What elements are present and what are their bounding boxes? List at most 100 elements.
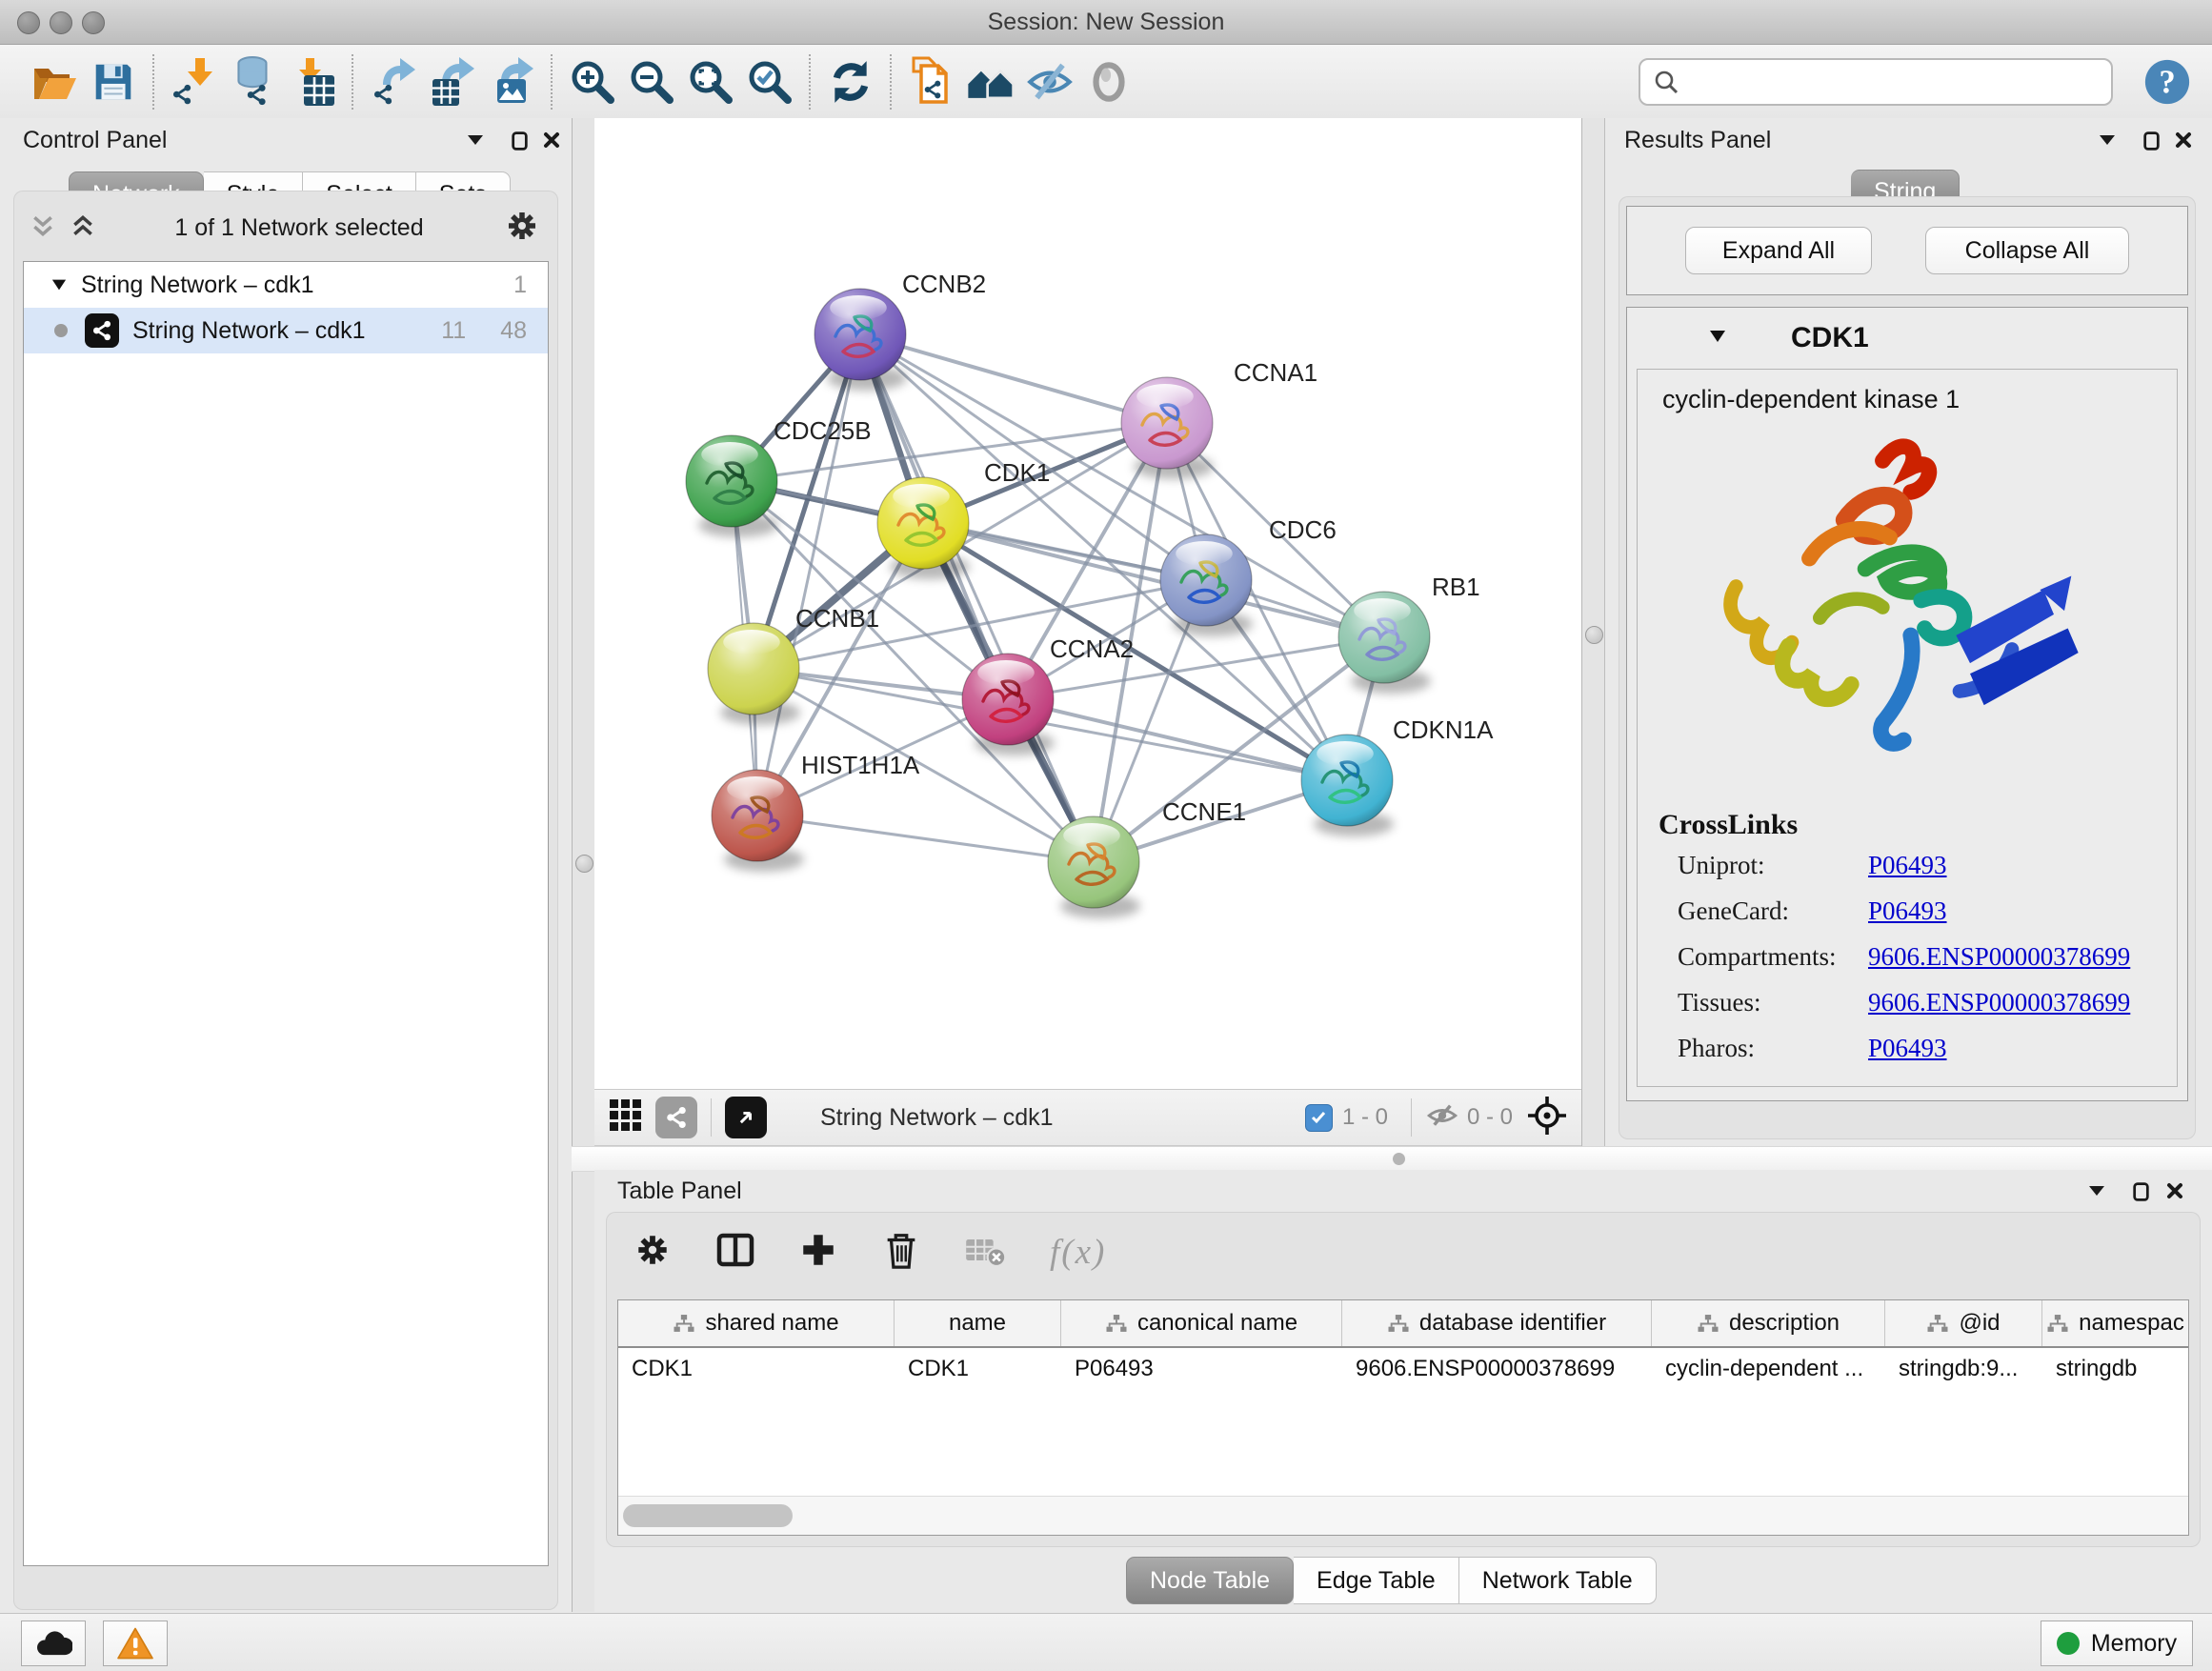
zoom-selected-button[interactable] xyxy=(740,52,799,111)
column-header-shared-name[interactable]: shared name xyxy=(618,1300,895,1346)
export-table-button[interactable] xyxy=(423,52,482,111)
detach-view-button[interactable] xyxy=(725,1097,767,1138)
control-panel-close-icon[interactable] xyxy=(535,124,568,156)
column-header-canonical-name[interactable]: canonical name xyxy=(1061,1300,1342,1346)
expand-all-networks-icon[interactable] xyxy=(70,213,95,243)
import-table-icon xyxy=(287,56,338,108)
cell-database-identifier: 9606.ENSP00000378699 xyxy=(1342,1348,1652,1392)
left-splitter-handle[interactable] xyxy=(575,855,593,873)
collapse-all-networks-icon[interactable] xyxy=(30,213,55,243)
control-panel-menu-icon[interactable] xyxy=(459,124,492,156)
grid-view-icon[interactable] xyxy=(608,1097,644,1138)
protein-structure-image xyxy=(1698,422,2117,803)
memory-button[interactable]: Memory xyxy=(2041,1621,2193,1666)
table-panel-close-icon[interactable] xyxy=(2159,1175,2191,1207)
column-header-id[interactable]: @id xyxy=(1885,1300,2042,1346)
show-all-button[interactable] xyxy=(1079,52,1138,111)
control-panel-title: Control Panel xyxy=(23,127,167,154)
document-share-icon xyxy=(906,56,957,108)
help-button[interactable]: ? xyxy=(2138,52,2197,111)
network-tree-root-row[interactable]: String Network – cdk1 1 xyxy=(24,262,548,308)
toolbar-separator xyxy=(352,54,354,110)
zoom-out-icon xyxy=(626,56,677,108)
delete-table-icon xyxy=(964,1231,1008,1274)
search-input[interactable] xyxy=(1680,68,2100,96)
zoom-in-button[interactable] xyxy=(563,52,622,111)
entry-description: cyclin-dependent kinase 1 xyxy=(1638,370,2177,414)
tab-node-table[interactable]: Node Table xyxy=(1126,1557,1294,1604)
expand-all-button[interactable]: Expand All xyxy=(1685,227,1872,274)
crosslink-uniprot-link[interactable]: P06493 xyxy=(1868,851,2177,880)
zoom-fit-button[interactable] xyxy=(681,52,740,111)
show-columns-icon[interactable] xyxy=(714,1229,756,1276)
cell-id: stringdb:9... xyxy=(1885,1348,2042,1392)
network-canvas[interactable]: CCNB2CCNA1CDC25BCDK1CDC6RB1CCNB1CCNA2CDK… xyxy=(594,118,1581,1089)
network-tree-row-selected[interactable]: String Network – cdk1 11 48 xyxy=(24,308,548,353)
collapse-all-button[interactable]: Collapse All xyxy=(1925,227,2129,274)
import-table-button[interactable] xyxy=(283,52,342,111)
network-view-share-button[interactable] xyxy=(655,1097,697,1138)
home-networks-button[interactable] xyxy=(961,52,1020,111)
zoom-out-button[interactable] xyxy=(622,52,681,111)
cloud-status-button[interactable] xyxy=(21,1621,86,1666)
network-options-gear-icon[interactable] xyxy=(503,207,541,250)
crosslink-compartments-link[interactable]: 9606.ENSP00000378699 xyxy=(1868,942,2177,972)
node-gloss-highlight xyxy=(893,484,950,509)
tab-edge-table[interactable]: Edge Table xyxy=(1294,1557,1459,1604)
results-panel-close-icon[interactable] xyxy=(2167,124,2200,156)
node-gloss-highlight xyxy=(830,295,887,320)
import-network-file-button[interactable] xyxy=(165,52,224,111)
crosslink-label: Uniprot: xyxy=(1678,851,1868,880)
warnings-button[interactable] xyxy=(103,1621,168,1666)
crosslink-genecard-link[interactable]: P06493 xyxy=(1868,896,2177,926)
crosslink-pharos-link[interactable]: P06493 xyxy=(1868,1034,2177,1063)
export-network-button[interactable] xyxy=(364,52,423,111)
table-options-gear-icon[interactable] xyxy=(633,1230,673,1275)
entry-expander-icon[interactable] xyxy=(1707,328,1728,350)
hide-selected-button[interactable] xyxy=(1020,52,1079,111)
share-file-button[interactable] xyxy=(902,52,961,111)
column-header-name[interactable]: name xyxy=(895,1300,1061,1346)
zoom-selected-icon xyxy=(744,56,795,108)
network-edge-CCNB2-HIST1H1A[interactable] xyxy=(757,334,860,815)
delete-column-trash-icon[interactable] xyxy=(880,1229,922,1276)
export-image-button[interactable] xyxy=(482,52,541,111)
search-box xyxy=(1639,58,2113,106)
right-splitter-handle[interactable] xyxy=(1585,626,1603,644)
window-zoom-button[interactable] xyxy=(82,11,105,34)
column-header-description[interactable]: description xyxy=(1652,1300,1885,1346)
crosslink-tissues-link[interactable]: 9606.ENSP00000378699 xyxy=(1868,988,2177,1017)
fit-selected-crosshair-icon[interactable] xyxy=(1526,1095,1568,1141)
window-close-button[interactable] xyxy=(17,11,40,34)
network-type-icon xyxy=(85,313,119,348)
open-session-button[interactable] xyxy=(25,52,84,111)
network-edge-HIST1H1A-CCNE1[interactable] xyxy=(757,815,1094,862)
node-gloss-highlight xyxy=(1063,823,1120,848)
node-label-CCNA1: CCNA1 xyxy=(1234,358,1317,387)
column-header-namespace[interactable]: namespac xyxy=(2042,1300,2188,1346)
main-toolbar: ? xyxy=(0,45,2212,119)
table-panel-menu-icon[interactable] xyxy=(2081,1175,2113,1207)
results-panel-float-icon[interactable] xyxy=(2135,124,2167,156)
toolbar-separator xyxy=(809,54,812,110)
table-horizontal-scrollbar[interactable] xyxy=(618,1496,2188,1535)
network-edge-CCNB2-CCNE1[interactable] xyxy=(860,334,1094,862)
tab-network-table[interactable]: Network Table xyxy=(1459,1557,1657,1604)
results-panel: Results Panel String Expand All Collapse… xyxy=(1604,118,2212,1146)
selected-count: 1 - 0 xyxy=(1342,1104,1388,1131)
scrollbar-thumb[interactable] xyxy=(623,1504,793,1527)
save-session-button[interactable] xyxy=(84,52,143,111)
table-row[interactable]: CDK1 CDK1 P06493 9606.ENSP00000378699 cy… xyxy=(618,1348,2188,1392)
horizontal-splitter[interactable] xyxy=(572,1146,2212,1172)
tree-expander-icon[interactable] xyxy=(50,272,68,299)
table-panel-float-icon[interactable] xyxy=(2124,1175,2157,1207)
selected-nodes-checkbox[interactable] xyxy=(1305,1104,1333,1132)
column-header-database-identifier[interactable]: database identifier xyxy=(1342,1300,1652,1346)
refresh-button[interactable] xyxy=(821,52,880,111)
results-panel-menu-icon[interactable] xyxy=(2091,124,2123,156)
control-panel-float-icon[interactable] xyxy=(503,124,535,156)
add-column-icon[interactable] xyxy=(798,1230,838,1275)
network-edge-CCNA2-CDKN1A[interactable] xyxy=(1008,699,1347,780)
window-minimize-button[interactable] xyxy=(50,11,72,34)
import-network-database-button[interactable] xyxy=(224,52,283,111)
